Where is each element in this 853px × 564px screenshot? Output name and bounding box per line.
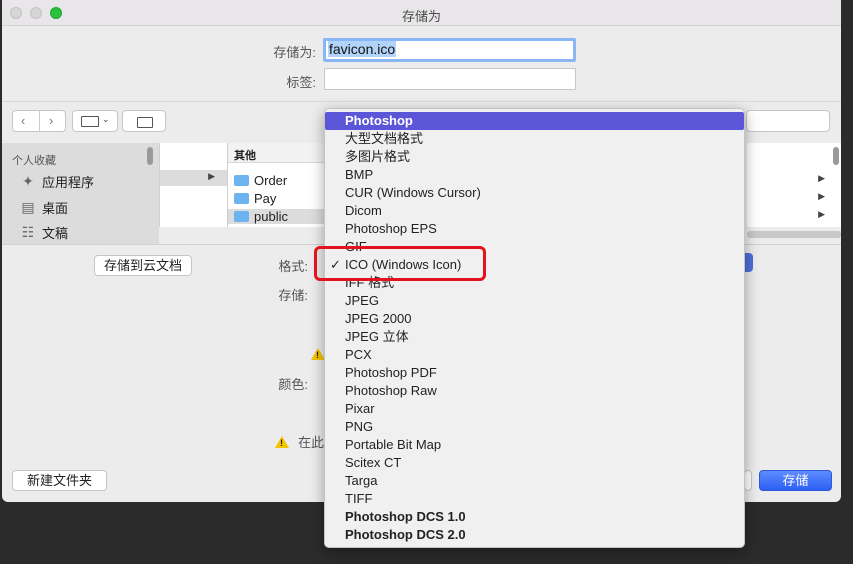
menu-item-targa[interactable]: Targa [325,472,744,490]
sidebar-scrollbar[interactable] [147,147,153,165]
save-as-value: favicon.ico [328,41,397,57]
menu-item-jpeg-2000[interactable]: JPEG 2000 [325,310,744,328]
storage-label: 存储: [278,288,308,303]
menu-item-bmp[interactable]: BMP [325,166,744,184]
sidebar-item-label: 应用程序 [42,175,95,190]
browser-column: ▶ [159,143,227,227]
menu-item-photoshop[interactable]: Photoshop [325,112,744,130]
warning-text: 在此 [298,435,325,450]
folder-name: Pay [254,191,277,206]
folder-name: Order [254,173,288,188]
title-bar: 存储为 [2,0,841,26]
menu-item-photoshop-eps[interactable]: Photoshop EPS [325,220,744,238]
tags-label: 标签: [286,75,316,90]
sidebar-item-applications[interactable]: ✦ 应用程序 [20,172,94,191]
menu-item-photoshop-raw[interactable]: Photoshop Raw [325,382,744,400]
menu-item-png[interactable]: PNG [325,418,744,436]
disclosure-arrow-icon: ▶ [818,209,825,219]
toolbar-divider [2,101,841,102]
menu-item-tiff[interactable]: TIFF [325,490,744,508]
folder-name: public [254,209,288,224]
columns-view-icon [81,116,99,127]
column-scrollbar[interactable] [833,147,839,165]
format-label: 格式: [278,259,308,274]
menu-item-photoshop-dcs-1[interactable]: Photoshop DCS 1.0 [325,508,744,526]
warning-icon: ! [311,348,325,360]
window-title: 存储为 [401,9,441,24]
sidebar: 个人收藏 ✦ 应用程序 ▤ 桌面 ☷ 文稿 [2,143,159,244]
sidebar-item-label: 文稿 [42,226,69,241]
folder-row-public[interactable]: public [228,209,327,224]
column-selected-row[interactable] [160,170,227,186]
search-field[interactable] [746,110,830,132]
format-popup-button[interactable] [744,253,753,272]
folder-icon [234,211,249,222]
folder-row-pay[interactable]: Pay [234,191,276,206]
back-forward-control[interactable]: ‹ › [12,110,66,132]
disclosure-arrow-icon: ▶ [818,191,825,201]
menu-item-cur[interactable]: CUR (Windows Cursor) [325,184,744,202]
menu-item-pcx[interactable]: PCX [325,346,744,364]
segment-divider [39,111,40,131]
documents-icon: ☷ [21,224,35,240]
save-button[interactable]: 存储 [759,470,832,491]
sidebar-item-documents[interactable]: ☷ 文稿 [20,223,68,242]
save-to-cloud-button[interactable]: 存储到云文档 [94,255,192,276]
browser-column-right: ▶ ▶ ▶ [747,143,841,227]
folder-row-order[interactable]: Order [234,173,287,188]
menu-item-large-document[interactable]: 大型文档格式 [325,130,744,148]
folder-plus-icon [137,117,153,128]
cancel-button[interactable] [744,470,752,491]
annotation-highlight-box [314,246,486,281]
browser-column-folders: 其他 Order Pay public [227,143,327,227]
column-header: 其他 [228,143,327,163]
warning-icon: ! [275,436,289,448]
save-as-input[interactable]: favicon.ico [323,38,576,62]
back-icon[interactable]: ‹ [21,113,25,128]
sidebar-item-label: 桌面 [42,201,69,216]
menu-item-dicom[interactable]: Dicom [325,202,744,220]
sidebar-item-desktop[interactable]: ▤ 桌面 [20,198,68,217]
horizontal-scrollbar[interactable] [747,231,841,238]
format-dropdown-menu: Photoshop 大型文档格式 多图片格式 BMP CUR (Windows … [324,108,745,548]
color-label: 颜色: [278,377,308,392]
disclosure-arrow-icon: ▶ [208,171,215,181]
view-mode-button[interactable]: ⌄ [72,110,118,132]
sidebar-heading: 个人收藏 [12,155,56,167]
folder-icon [234,193,249,204]
menu-item-jpeg-stereo[interactable]: JPEG 立体 [325,328,744,346]
new-folder-toolbar-button[interactable] [122,110,166,132]
save-as-label: 存储为: [273,45,316,60]
menu-item-portable-bit-map[interactable]: Portable Bit Map [325,436,744,454]
menu-item-jpeg[interactable]: JPEG [325,292,744,310]
menu-item-multi-picture[interactable]: 多图片格式 [325,148,744,166]
tags-input[interactable] [324,68,576,90]
desktop-icon: ▤ [21,199,35,215]
forward-icon[interactable]: › [49,113,53,128]
menu-item-pixar[interactable]: Pixar [325,400,744,418]
applications-icon: ✦ [22,173,34,189]
menu-item-scitex-ct[interactable]: Scitex CT [325,454,744,472]
folder-icon [234,175,249,186]
menu-item-photoshop-dcs-2[interactable]: Photoshop DCS 2.0 [325,526,744,544]
menu-item-photoshop-pdf[interactable]: Photoshop PDF [325,364,744,382]
new-folder-button[interactable]: 新建文件夹 [12,470,107,491]
chevron-down-icon: ⌄ [102,114,110,124]
disclosure-arrow-icon: ▶ [818,173,825,183]
